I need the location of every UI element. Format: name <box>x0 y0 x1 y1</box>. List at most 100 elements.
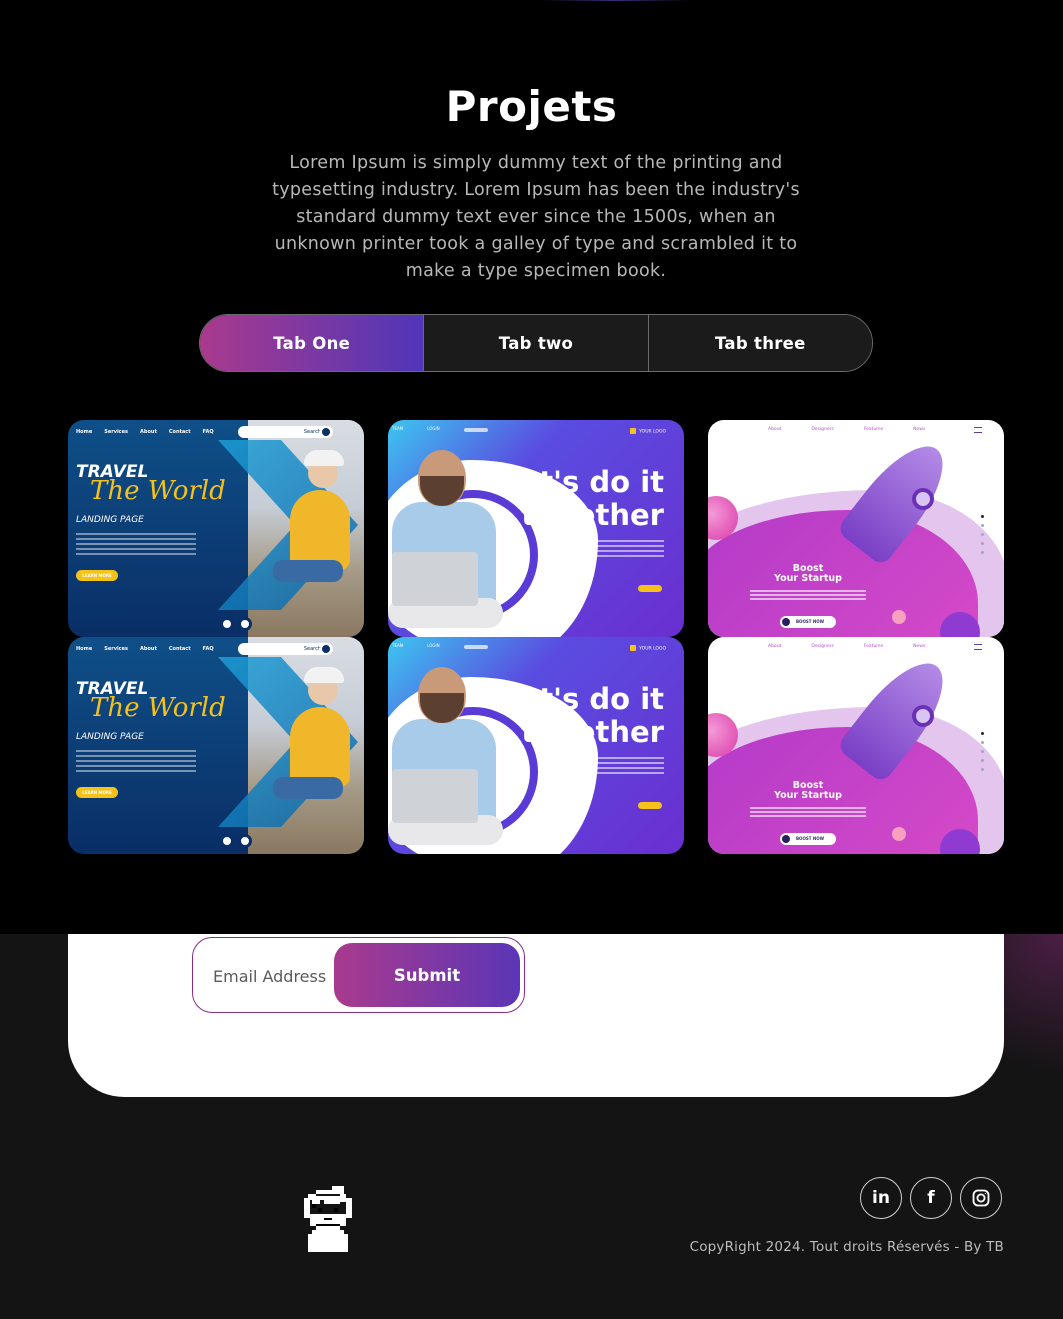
projects-section: Projets Lorem Ipsum is simply dummy text… <box>0 0 1063 934</box>
section-description: Lorem Ipsum is simply dummy text of the … <box>272 153 800 281</box>
card-nav-item: Contact <box>168 429 191 435</box>
card-headline-line: together <box>521 498 664 532</box>
card-nav-item: About <box>768 644 782 649</box>
card-nav-item: LOGIN <box>427 643 440 648</box>
email-input[interactable] <box>213 964 333 988</box>
card-nav-item: TEAM <box>392 426 404 431</box>
arrow-left-icon <box>220 617 234 631</box>
linkedin-icon[interactable]: in <box>860 1177 902 1219</box>
person-legs-shape <box>273 560 343 582</box>
person-shape <box>290 707 350 787</box>
section-title: Projets <box>445 82 618 131</box>
laptop-shape <box>392 769 478 823</box>
search-icon <box>320 643 332 655</box>
instagram-icon[interactable] <box>960 1177 1002 1219</box>
card-text-lines <box>584 540 664 560</box>
card-nav-item: Home <box>76 429 93 435</box>
card-logo: YOUR LOGO <box>630 428 666 435</box>
social-links: in f <box>860 1177 1002 1219</box>
card-script-headline: The World <box>90 476 226 506</box>
project-card-rocket[interactable]: About Designers Features News Boost Your… <box>708 420 1004 637</box>
card-nav-item: LOGIN <box>427 426 440 431</box>
card-text-lines <box>750 807 866 819</box>
nav-pill <box>464 428 488 432</box>
card-nav-item: About <box>140 646 157 652</box>
menu-icon <box>974 644 982 650</box>
card-nav-item: Designers <box>811 644 834 649</box>
card-text-lines <box>584 757 664 777</box>
newsletter-form: Submit <box>192 937 525 1013</box>
card-headline: Boost Your Startup <box>708 781 908 801</box>
card-headline-line: Your Startup <box>774 573 842 584</box>
card-logo-text: YOUR LOGO <box>639 429 666 435</box>
card-search: Search <box>238 643 333 655</box>
card-text-lines <box>750 590 866 602</box>
project-card-travel[interactable]: Home Services About Contact FAQ Search T… <box>68 420 364 637</box>
project-card-rocket[interactable]: About Designers Features News Boost Your… <box>708 637 1004 854</box>
card-headline-line: together <box>521 715 664 749</box>
pixel-avatar-logo[interactable] <box>300 1186 356 1256</box>
projects-grid: Home Services About Contact FAQ Search T… <box>68 420 1004 854</box>
arrow-right-icon <box>238 834 252 848</box>
card-nav: About Designers Features News <box>768 644 925 649</box>
tab-three[interactable]: Tab three <box>647 315 872 371</box>
card-headline-line: Your Startup <box>774 790 842 801</box>
card-nav-item: Features <box>863 644 884 649</box>
project-card-together[interactable]: TEAM LOGIN YOUR LOGO let's do it togethe… <box>388 420 684 637</box>
planet-shape <box>892 610 906 624</box>
menu-icon <box>974 427 982 433</box>
card-nav-item: FAQ <box>202 429 214 435</box>
facebook-icon[interactable]: f <box>910 1177 952 1219</box>
card-nav-item: FAQ <box>202 646 214 652</box>
tab-one[interactable]: Tab One <box>200 315 424 371</box>
laptop-shape <box>392 552 478 606</box>
card-logo: YOUR LOGO <box>630 645 666 652</box>
card-arrows <box>220 617 252 631</box>
submit-button[interactable]: Submit <box>334 943 520 1007</box>
card-headline: let's do it together <box>510 466 664 532</box>
card-search: Search <box>238 426 333 438</box>
card-headline: Boost Your Startup <box>708 564 908 584</box>
card-script-headline: The World <box>90 693 226 723</box>
card-nav-item: About <box>768 427 782 432</box>
card-nav-item: Services <box>104 429 128 435</box>
card-nav: About Designers Features News <box>768 427 925 432</box>
card-nav-item: Contact <box>168 646 191 652</box>
logo-icon <box>630 645 637 651</box>
card-nav-item: News <box>913 644 926 649</box>
card-arrows <box>220 834 252 848</box>
hat-shape <box>304 667 344 683</box>
card-headline-line: let's do it <box>509 465 664 499</box>
card-logo-text: YOUR LOGO <box>639 646 666 652</box>
person-legs-shape <box>273 777 343 799</box>
card-button: BOOST NOW <box>780 616 836 628</box>
card-nav-item: TEAM <box>392 643 404 648</box>
project-card-travel[interactable]: Home Services About Contact FAQ Search T… <box>68 637 364 854</box>
tab-two[interactable]: Tab two <box>423 315 648 371</box>
slide-dots <box>981 515 984 554</box>
card-nav-item: Features <box>863 427 884 432</box>
card-text-lines <box>76 750 196 775</box>
slide-dots <box>981 732 984 771</box>
project-card-together[interactable]: TEAM LOGIN YOUR LOGO let's do it togethe… <box>388 637 684 854</box>
card-nav: TEAM LOGIN <box>392 426 440 431</box>
card-nav: Home Services About Contact FAQ <box>76 646 214 652</box>
card-headline-line: let's do it <box>509 682 664 716</box>
card-nav: Home Services About Contact FAQ <box>76 429 214 435</box>
card-nav-item: Designers <box>811 427 834 432</box>
arrow-right-icon <box>238 617 252 631</box>
card-nav: TEAM LOGIN <box>392 643 440 648</box>
rocket-window-shape <box>912 488 934 510</box>
nav-pill <box>464 645 488 649</box>
card-headline: let's do it together <box>510 683 664 749</box>
logo-icon <box>630 428 637 434</box>
card-button: BOOST NOW <box>780 833 836 845</box>
hat-shape <box>304 450 344 466</box>
card-nav-item: About <box>140 429 157 435</box>
tabs-bar: Tab One Tab two Tab three <box>199 314 873 372</box>
card-subheadline: LANDING PAGE <box>76 732 144 742</box>
card-nav-item: Services <box>104 646 128 652</box>
arrow-left-icon <box>220 834 234 848</box>
card-button <box>638 802 662 809</box>
card-button <box>638 585 662 592</box>
